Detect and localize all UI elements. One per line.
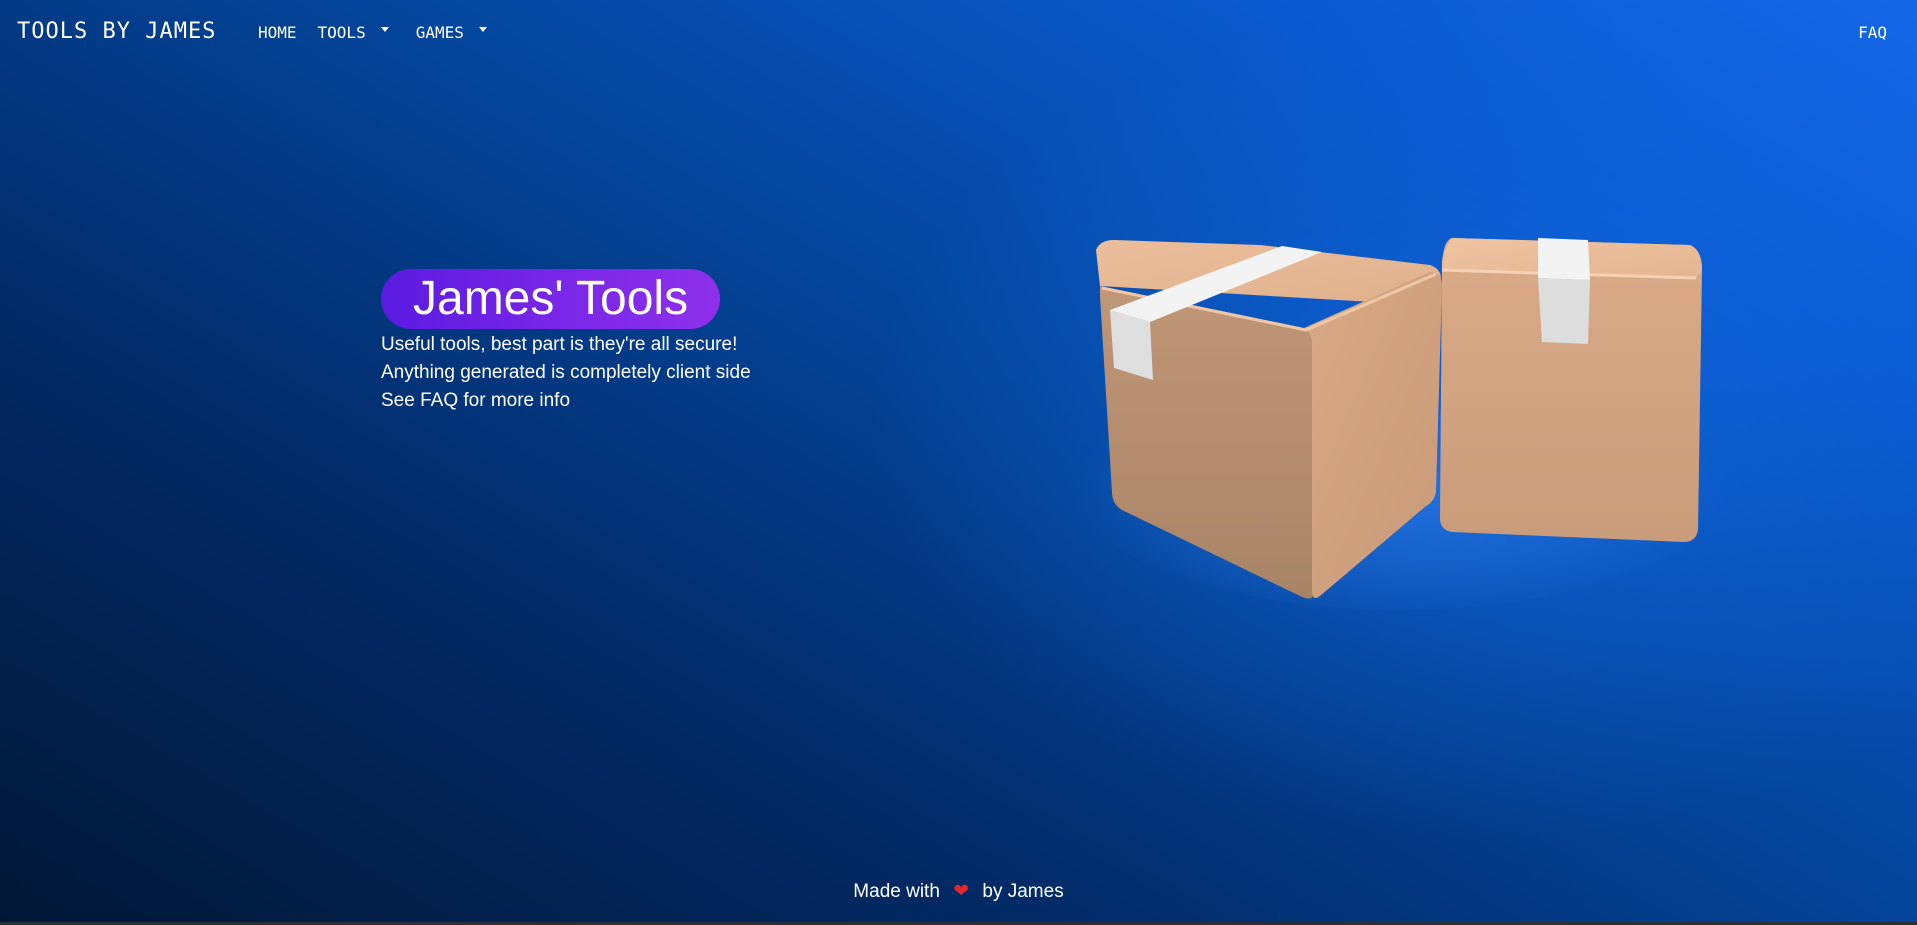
hero-line: See FAQ for more info bbox=[381, 390, 571, 411]
nav-faq-link[interactable]: FAQ bbox=[1858, 23, 1887, 42]
chevron-down-icon bbox=[478, 27, 487, 32]
hero-description: Useful tools, best part is they're all s… bbox=[381, 331, 751, 415]
nav-home-label: HOME bbox=[258, 23, 297, 42]
cardboard-boxes-icon bbox=[1070, 238, 1730, 610]
hero-line: Useful tools, best part is they're all s… bbox=[381, 334, 738, 355]
footer-text-after: by James bbox=[982, 881, 1064, 902]
nav-games-label: GAMES bbox=[415, 23, 464, 42]
hero-line: Anything generated is completely client … bbox=[381, 362, 751, 383]
nav-links: HOME TOOLS GAMES bbox=[258, 23, 487, 42]
footer: Made with ❤ by James bbox=[0, 880, 1917, 903]
chevron-down-icon bbox=[380, 27, 389, 32]
top-navbar: TOOLS BY JAMES HOME TOOLS GAMES FAQ bbox=[0, 0, 1917, 66]
footer-text-before: Made with bbox=[853, 881, 940, 902]
heart-icon: ❤ bbox=[953, 881, 970, 902]
page-title: James' Tools bbox=[381, 269, 721, 329]
nav-home-link[interactable]: HOME bbox=[258, 23, 297, 42]
nav-tools-dropdown[interactable]: TOOLS bbox=[318, 23, 389, 42]
nav-games-dropdown[interactable]: GAMES bbox=[416, 23, 487, 42]
right-box bbox=[1440, 238, 1702, 542]
nav-tools-label: TOOLS bbox=[317, 23, 366, 42]
hero-section: James' Tools Useful tools, best part is … bbox=[381, 269, 751, 415]
brand-logo-link[interactable]: TOOLS BY JAMES bbox=[17, 19, 216, 44]
